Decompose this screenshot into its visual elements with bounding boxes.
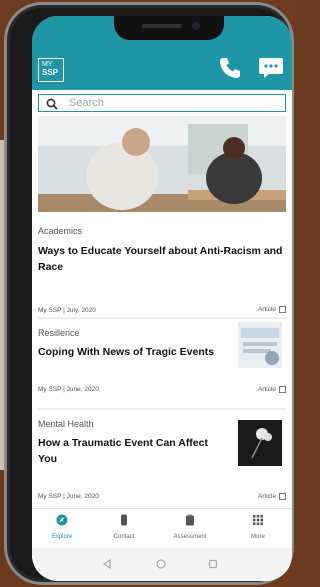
system-nav-bar — [32, 548, 292, 581]
phone-frame: MY SSP Search Academics Ways to Educate … — [4, 2, 294, 585]
logo-line-2: SSP — [42, 68, 59, 77]
recents-icon[interactable] — [208, 559, 218, 569]
compass-icon — [56, 514, 68, 526]
nav-item-explore[interactable]: Explore — [32, 513, 92, 540]
nav-label: Assessment — [173, 534, 207, 540]
phone-icon[interactable] — [218, 56, 242, 80]
nav-label: Contact — [113, 534, 135, 540]
phone-notch — [114, 16, 224, 40]
article-type-label: Article — [257, 493, 276, 501]
article-icon — [279, 386, 286, 393]
article-title: Ways to Educate Yourself about Anti-Raci… — [38, 245, 283, 273]
article-icon — [279, 493, 286, 500]
speaker-grille — [142, 24, 182, 28]
chat-icon[interactable] — [258, 56, 284, 80]
camera-dot — [192, 22, 200, 30]
nav-item-more[interactable]: More — [228, 513, 288, 540]
article-type: Article — [258, 386, 286, 393]
hero-photo — [38, 116, 286, 212]
search-placeholder: Search — [69, 97, 104, 109]
app-screen: MY SSP Search Academics Ways to Educate … — [32, 16, 292, 581]
article-thumbnail[interactable] — [238, 420, 282, 466]
article-title: How a Traumatic Event Can Affect You — [38, 437, 208, 465]
nav-item-contact[interactable]: Contact — [94, 513, 154, 540]
article-category: Academics — [38, 226, 83, 236]
nav-label: More — [251, 534, 265, 540]
article-type-label: Article — [257, 386, 276, 394]
home-icon[interactable] — [156, 559, 166, 569]
article-hero-image[interactable] — [38, 116, 286, 212]
app-logo[interactable]: MY SSP — [38, 58, 64, 82]
article-meta: My SSP | June, 2020 — [38, 493, 99, 500]
grid-icon — [253, 515, 263, 525]
divider — [38, 408, 286, 410]
clipboard-icon — [186, 514, 194, 526]
article-thumbnail[interactable] — [238, 322, 282, 368]
article-card[interactable]: Academics Ways to Educate Yourself about… — [38, 226, 286, 314]
nav-label: Explore — [51, 534, 73, 540]
search-icon — [46, 98, 58, 110]
article-meta: My SSP | June, 2020 — [38, 386, 99, 393]
article-title: Coping With News of Tragic Events — [38, 346, 215, 358]
nav-item-assessment[interactable]: Assessment — [160, 513, 220, 540]
article-type-label: Article — [257, 306, 276, 314]
divider — [38, 317, 286, 319]
article-icon — [279, 306, 286, 313]
article-type: Article — [258, 493, 286, 500]
article-type: Article — [258, 306, 286, 313]
back-icon[interactable] — [102, 559, 112, 569]
phone-handset-icon — [121, 514, 127, 526]
article-meta: My SSP | July, 2020 — [38, 307, 96, 314]
search-input[interactable]: Search — [38, 94, 286, 112]
bottom-navigation: Explore Contact Assessment More — [32, 508, 292, 549]
